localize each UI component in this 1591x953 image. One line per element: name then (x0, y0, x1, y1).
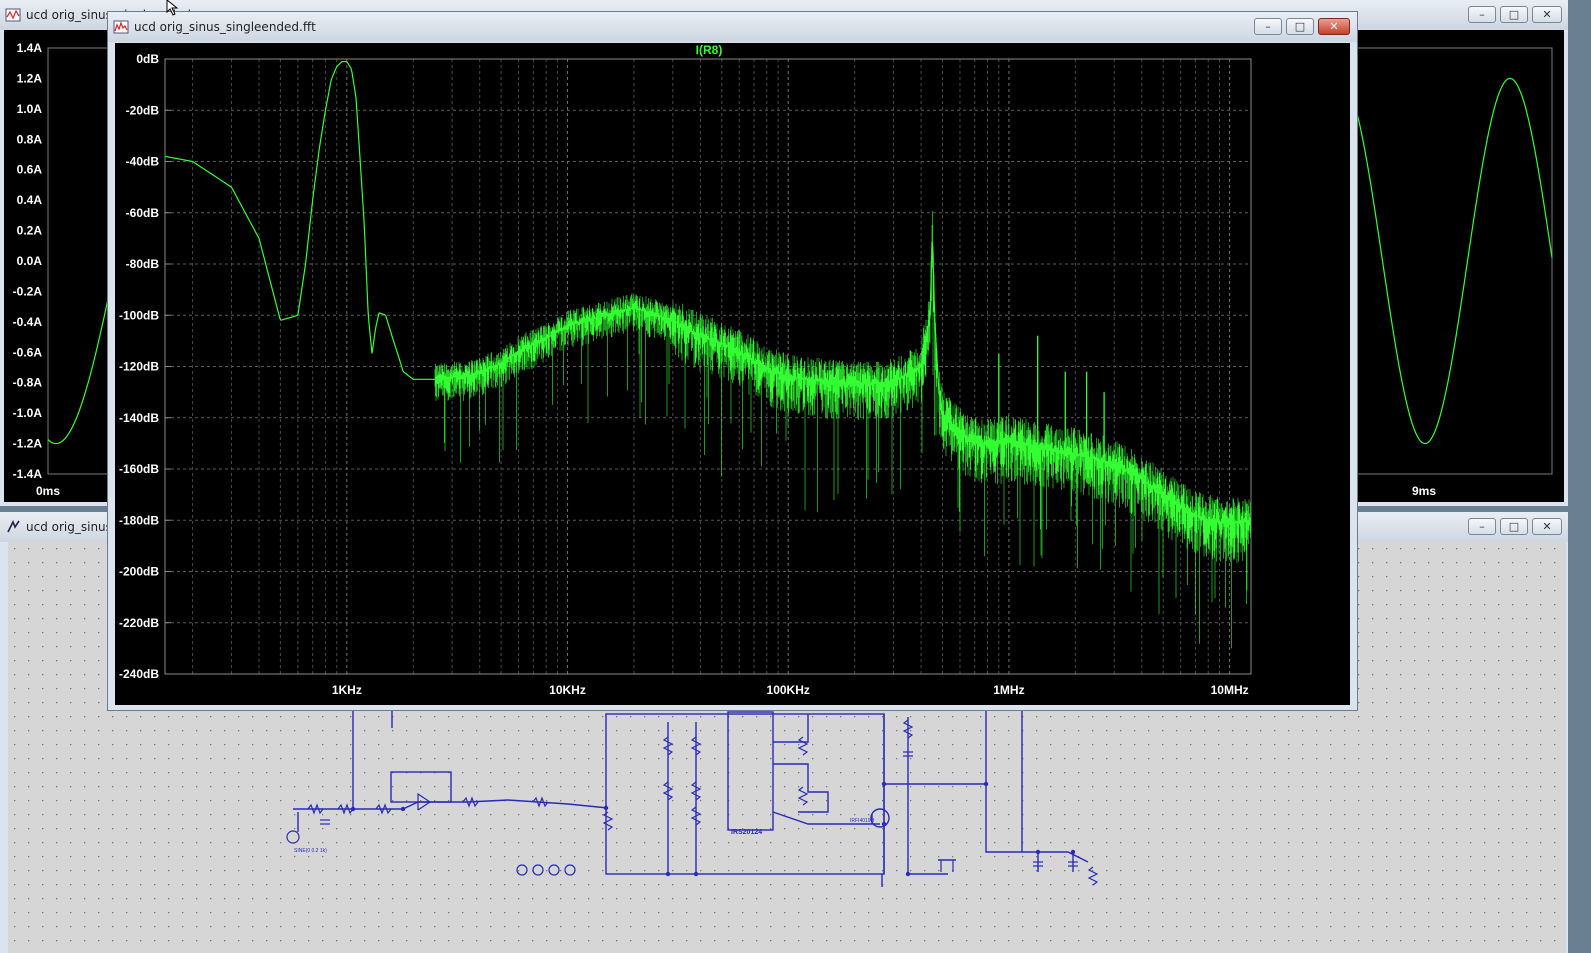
waveform-y-tick-label: 1.2A (17, 71, 43, 85)
fft-window[interactable]: ucd orig_sinus_singleended.fft – □ ✕ I(R… (107, 11, 1358, 711)
waveform-y-tick-label: -1.4A (13, 467, 43, 481)
fft-window-title: ucd orig_sinus_singleended.fft (134, 20, 316, 34)
waveform-y-tick-label: 0.6A (17, 163, 43, 177)
waveform-y-tick-label: 1.0A (17, 102, 43, 116)
schematic-close-button[interactable]: ✕ (1532, 518, 1562, 535)
waveform-y-tick-label: 0.2A (17, 224, 43, 238)
waveform-x-tick-left: 0ms (36, 484, 60, 498)
fft-close-button[interactable]: ✕ (1318, 18, 1350, 35)
fft-y-tick-label: -160dB (119, 462, 159, 476)
fft-plot[interactable]: I(R8) 0dB -20dB -40dB -60dB -80dB -100dB -120d… (115, 43, 1350, 705)
waveform-y-tick-label: -1.2A (13, 437, 43, 451)
waveform-y-tick-label: 0.8A (17, 132, 43, 146)
fft-y-tick-label: -240dB (119, 667, 159, 681)
fft-x-tick-label: 10MHz (1211, 683, 1249, 697)
waveform-window-icon (5, 8, 21, 22)
source-label: SINE(0 0.2 1k) (294, 848, 327, 854)
fft-y-tick-label: -40dB (126, 155, 160, 169)
waveform-y-tick-label: 0.4A (17, 193, 43, 207)
fft-y-tick-label: -220dB (119, 616, 159, 630)
waveform-x-tick-right: 9ms (1412, 484, 1436, 498)
waveform-y-tick-label: -0.6A (13, 345, 43, 359)
waveform-y-tick-label: -0.4A (13, 315, 43, 329)
waveform-maximize-button[interactable]: □ (1500, 6, 1528, 23)
fft-x-tick-label: 100KHz (767, 683, 810, 697)
fft-x-tick-label: 10KHz (549, 683, 586, 697)
waveform-y-tick-label: 1.4A (17, 41, 43, 55)
fft-y-tick-label: -200dB (119, 565, 159, 579)
mouse-cursor-icon (166, 0, 179, 16)
schematic-maximize-button[interactable]: □ (1500, 518, 1528, 535)
fft-x-tick-label: 1KHz (332, 683, 362, 697)
fft-x-tick-label: 1MHz (993, 683, 1024, 697)
waveform-close-button[interactable]: ✕ (1532, 6, 1562, 23)
waveform-y-axis: 1.4A 1.2A 1.0A 0.8A 0.6A 0.4A 0.2A 0.0A -0.2A -0.… (13, 41, 43, 481)
waveform-y-tick-label: 0.0A (17, 254, 43, 268)
ic-label: IRS20124 (731, 829, 762, 836)
fft-minimize-button[interactable]: – (1254, 18, 1282, 35)
fft-maximize-button[interactable]: □ (1286, 18, 1314, 35)
fft-y-tick-label: -120dB (119, 360, 159, 374)
fft-y-tick-label: -180dB (119, 513, 159, 527)
fft-window-icon (113, 20, 129, 34)
mosfet-label: IRFI4019H (850, 818, 875, 824)
fft-y-tick-label: -60dB (126, 206, 160, 220)
fft-y-tick-label: 0dB (136, 52, 159, 66)
schematic-minimize-button[interactable]: – (1468, 518, 1496, 535)
waveform-y-tick-label: -0.2A (13, 284, 43, 298)
schematic-window-icon (7, 520, 20, 533)
waveform-y-tick-label: -0.8A (13, 376, 43, 390)
fft-y-tick-label: -20dB (126, 103, 160, 117)
fft-plot-title: I(R8) (696, 43, 723, 57)
fft-y-tick-label: -140dB (119, 411, 159, 425)
waveform-y-tick-label: -1.0A (13, 406, 43, 420)
fft-titlebar[interactable]: ucd orig_sinus_singleended.fft (108, 12, 1357, 42)
fft-y-tick-label: -100dB (119, 308, 159, 322)
waveform-minimize-button[interactable]: – (1468, 6, 1496, 23)
fft-y-tick-label: -80dB (126, 257, 160, 271)
